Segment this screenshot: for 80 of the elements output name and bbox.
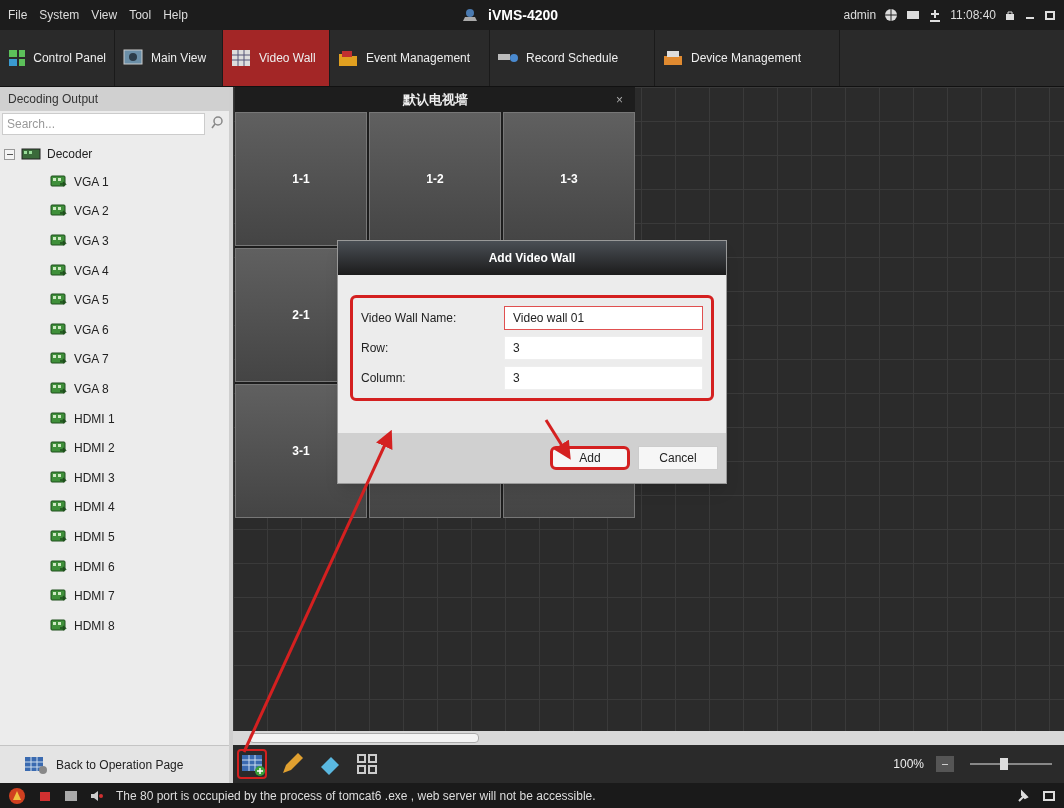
decoder-icon [21, 146, 41, 162]
tree-item[interactable]: Decoder [47, 145, 93, 163]
monitor-icon [123, 49, 143, 67]
menu-item[interactable]: System [39, 6, 80, 24]
collapse-toggle[interactable] [4, 148, 15, 160]
user-name: admin [843, 7, 877, 24]
tree-item[interactable]: VGA 3 [74, 232, 109, 250]
add-wall-icon[interactable] [237, 749, 267, 779]
tile-label: 3-1 [292, 443, 310, 460]
menu-item[interactable]: Help [163, 6, 188, 24]
speaker-icon[interactable] [90, 788, 104, 803]
module-tab[interactable]: Video Wall [223, 30, 330, 86]
dialog-title: Add Video Wall [488, 250, 576, 267]
back-to-operation-button[interactable]: Back to Operation Page [0, 745, 229, 783]
output-icon [50, 321, 68, 338]
window-icon[interactable] [1042, 788, 1056, 803]
menu-item[interactable]: File [8, 6, 28, 24]
tree-item[interactable]: HDMI 1 [74, 409, 115, 428]
module-tab[interactable]: Record Schedule [490, 30, 655, 86]
wall-grid-icon [231, 49, 251, 67]
tile-label: 1-2 [426, 171, 444, 188]
pin-icon[interactable] [1016, 788, 1030, 803]
tree-item[interactable]: VGA 4 [74, 261, 109, 280]
slider-thumb[interactable] [1000, 758, 1009, 770]
output-icon [50, 173, 68, 190]
tree-item[interactable]: HDMI 8 [74, 616, 115, 635]
menu-item[interactable]: View [91, 6, 118, 24]
screen-tile[interactable]: 1-1 [235, 112, 367, 246]
camera-logo-icon [460, 7, 480, 23]
tree-item[interactable]: VGA 7 [74, 350, 109, 369]
warning-icon[interactable] [8, 786, 26, 805]
add-button[interactable]: Add [550, 446, 630, 470]
menu-item[interactable]: Tool [129, 6, 152, 24]
zoom-reading: 100% [893, 756, 924, 773]
printer-icon [663, 49, 683, 67]
tree-item[interactable]: HDMI 2 [74, 439, 115, 458]
tile-label: 1-3 [560, 171, 578, 188]
tree-item[interactable]: HDMI 3 [74, 468, 115, 487]
grid-icon [8, 49, 26, 67]
split-grid-icon[interactable] [355, 752, 379, 776]
output-icon [50, 528, 68, 545]
clock-time: 11:08:40 [950, 7, 996, 24]
tree-item[interactable]: VGA 2 [74, 202, 109, 221]
tree-item[interactable]: VGA 5 [74, 291, 109, 310]
output-icon [50, 469, 68, 486]
tree-item[interactable]: VGA 8 [74, 379, 109, 398]
grid-gear-icon [24, 754, 48, 775]
tree-item[interactable]: VGA 6 [74, 320, 109, 339]
wall-title: 默认电视墙 [402, 90, 468, 109]
search-field[interactable]: Search... [2, 113, 205, 135]
output-icon [50, 380, 68, 397]
tree-item[interactable]: HDMI 7 [74, 587, 115, 606]
folder-icon [338, 49, 358, 67]
module-tab[interactable]: Device Management [655, 30, 840, 86]
tile-label: 2-1 [292, 307, 310, 324]
module-tab[interactable]: Control Panel [0, 30, 115, 86]
maximize-icon[interactable] [1044, 9, 1056, 21]
lock-icon[interactable] [1004, 9, 1016, 21]
module-tab[interactable]: Event Management [330, 30, 490, 86]
output-icon [50, 233, 68, 249]
status-message: The 80 port is occupied by the process of tomcat6 .exe , web server will not be accessible. [116, 787, 596, 805]
output-icon [50, 617, 68, 634]
input-field[interactable]: 3 [504, 366, 703, 390]
output-icon [50, 558, 68, 575]
tile-label: 1-1 [292, 171, 310, 188]
globe-icon[interactable] [884, 8, 899, 22]
tree-item[interactable]: VGA 1 [74, 172, 109, 191]
horizontal-scrollbar[interactable] [233, 731, 1064, 745]
close-icon[interactable]: × [616, 90, 623, 109]
output-icon [50, 410, 68, 427]
app-title: iVMS-4200 [488, 5, 559, 25]
input-field[interactable]: 3 [504, 336, 703, 360]
panel-header: Decoding Output [0, 87, 229, 111]
tree-item[interactable]: HDMI 4 [74, 498, 115, 517]
output-icon [50, 262, 68, 279]
cancel-button[interactable]: Cancel [638, 446, 718, 470]
input-field[interactable]: Video wall 01 [504, 306, 703, 330]
tree-item[interactable]: HDMI 5 [74, 527, 115, 546]
annotation-arrow [544, 419, 571, 460]
tree-item[interactable]: HDMI 6 [74, 557, 115, 576]
